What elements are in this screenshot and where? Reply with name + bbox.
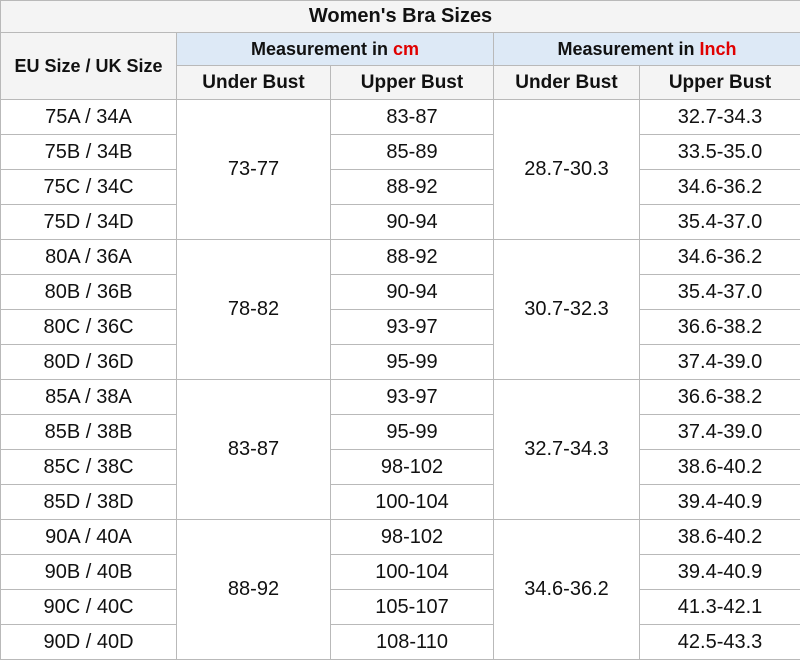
under-bust-inch-cell: 30.7-32.3 (493, 239, 640, 380)
upper-bust-inch-cell: 33.5-35.0 (638, 134, 800, 170)
upper-bust-inch-cell: 35.4-37.0 (638, 274, 800, 310)
upper-bust-inch-cell: 39.4-40.9 (638, 554, 800, 590)
upper-bust-inch-cell: 42.5-43.3 (638, 624, 800, 660)
table-row: 90D / 40D 108-110 42.5-43.3 (0, 624, 800, 660)
table-row: 90A / 40A 88-92 98-102 34.6-36.2 38.6-40.2 (0, 519, 800, 660)
size-cell: 85C / 38C (0, 449, 177, 485)
inch-under-bust-header: Under Bust (493, 65, 640, 100)
table-row: 90C / 40C 105-107 41.3-42.1 (0, 589, 800, 625)
table-row: 75C / 34C 88-92 34.6-36.2 (0, 169, 800, 205)
size-cell: 75B / 34B (0, 134, 177, 170)
upper-bust-cm-cell: 108-110 (330, 624, 494, 660)
upper-bust-inch-cell: 39.4-40.9 (638, 484, 800, 520)
upper-bust-inch-cell: 38.6-40.2 (638, 449, 800, 485)
upper-bust-cm-cell: 90-94 (330, 204, 494, 240)
inch-group-prefix: Measurement in (557, 38, 700, 59)
upper-bust-cm-cell: 88-92 (330, 169, 494, 205)
size-cell: 75D / 34D (0, 204, 177, 240)
under-bust-cm-cell: 83-87 (176, 379, 331, 520)
size-cell: 90A / 40A (0, 519, 177, 555)
upper-bust-cm-cell: 93-97 (330, 309, 494, 345)
upper-bust-cm-cell: 105-107 (330, 589, 494, 625)
upper-bust-cm-cell: 88-92 (330, 239, 494, 275)
upper-bust-inch-cell: 34.6-36.2 (638, 169, 800, 205)
table-row: 85B / 38B 95-99 37.4-39.0 (0, 414, 800, 450)
upper-bust-inch-cell: 37.4-39.0 (638, 344, 800, 380)
under-bust-inch-cell: 34.6-36.2 (493, 519, 640, 660)
size-cell: 80C / 36C (0, 309, 177, 345)
upper-bust-cm-cell: 98-102 (330, 449, 494, 485)
table-row: 80A / 36A 78-82 88-92 30.7-32.3 34.6-36.2 (0, 239, 800, 380)
table-row: 85C / 38C 98-102 38.6-40.2 (0, 449, 800, 485)
size-cell: 90C / 40C (0, 589, 177, 625)
table-row: 85D / 38D 100-104 39.4-40.9 (0, 484, 800, 520)
cm-under-bust-header: Under Bust (176, 65, 331, 100)
table-title: Women's Bra Sizes (0, 0, 800, 33)
size-cell: 90D / 40D (0, 624, 177, 660)
bra-size-table: Women's Bra Sizes EU Size / UK Size Meas… (0, 0, 800, 660)
under-bust-inch-cell: 28.7-30.3 (493, 99, 640, 240)
size-cell: 85B / 38B (0, 414, 177, 450)
upper-bust-cm-cell: 85-89 (330, 134, 494, 170)
upper-bust-inch-cell: 34.6-36.2 (638, 239, 800, 275)
upper-bust-cm-cell: 83-87 (330, 99, 494, 135)
under-bust-cm-cell: 88-92 (176, 519, 331, 660)
cm-upper-bust-header: Upper Bust (330, 65, 494, 100)
cm-group-prefix: Measurement in (250, 38, 394, 59)
size-cell: 90B / 40B (0, 554, 177, 590)
under-bust-cm-cell: 73-77 (176, 99, 331, 240)
upper-bust-cm-cell: 95-99 (330, 344, 494, 380)
size-cell: 75C / 34C (0, 169, 177, 205)
upper-bust-inch-cell: 41.3-42.1 (638, 589, 800, 625)
upper-bust-inch-cell: 35.4-37.0 (638, 204, 800, 240)
upper-bust-inch-cell: 38.6-40.2 (638, 519, 800, 555)
size-cell: 75A / 34A (0, 99, 177, 135)
upper-bust-cm-cell: 100-104 (330, 554, 494, 590)
table-row: 90B / 40B 100-104 39.4-40.9 (0, 554, 800, 590)
size-cell: 80A / 36A (0, 239, 177, 275)
upper-bust-inch-cell: 36.6-38.2 (638, 309, 800, 345)
upper-bust-inch-cell: 36.6-38.2 (638, 379, 800, 415)
table-row: 80D / 36D 95-99 37.4-39.0 (0, 344, 800, 380)
table-body: 75A / 34A 73-77 83-87 28.7-30.3 32.7-34.3 75B… (0, 99, 800, 660)
upper-bust-cm-cell: 93-97 (330, 379, 494, 415)
upper-bust-cm-cell: 90-94 (330, 274, 494, 310)
table-row: 80C / 36C 93-97 36.6-38.2 (0, 309, 800, 345)
size-cell: 85A / 38A (0, 379, 177, 415)
table-row: 80B / 36B 90-94 35.4-37.0 (0, 274, 800, 310)
upper-bust-cm-cell: 100-104 (330, 484, 494, 520)
under-bust-cm-cell: 78-82 (176, 239, 331, 380)
table-row: 75D / 34D 90-94 35.4-37.0 (0, 204, 800, 240)
cm-unit-label: cm (393, 38, 420, 59)
upper-bust-inch-cell: 32.7-34.3 (638, 99, 800, 135)
inch-unit-label: Inch (699, 38, 737, 59)
upper-bust-cm-cell: 98-102 (330, 519, 494, 555)
upper-bust-cm-cell: 95-99 (330, 414, 494, 450)
cm-group-header: Measurement in cm (176, 32, 494, 66)
table-row: 75B / 34B 85-89 33.5-35.0 (0, 134, 800, 170)
table-row: 75A / 34A 73-77 83-87 28.7-30.3 32.7-34.3 (0, 99, 800, 240)
size-cell: 80B / 36B (0, 274, 177, 310)
inch-upper-bust-header: Upper Bust (638, 65, 800, 100)
inch-group-header: Measurement in Inch (492, 32, 800, 66)
size-column-header: EU Size / UK Size (0, 32, 177, 100)
upper-bust-inch-cell: 37.4-39.0 (638, 414, 800, 450)
size-cell: 80D / 36D (0, 344, 177, 380)
table-row: 85A / 38A 83-87 93-97 32.7-34.3 36.6-38.2 (0, 379, 800, 520)
size-cell: 85D / 38D (0, 484, 177, 520)
under-bust-inch-cell: 32.7-34.3 (493, 379, 640, 520)
